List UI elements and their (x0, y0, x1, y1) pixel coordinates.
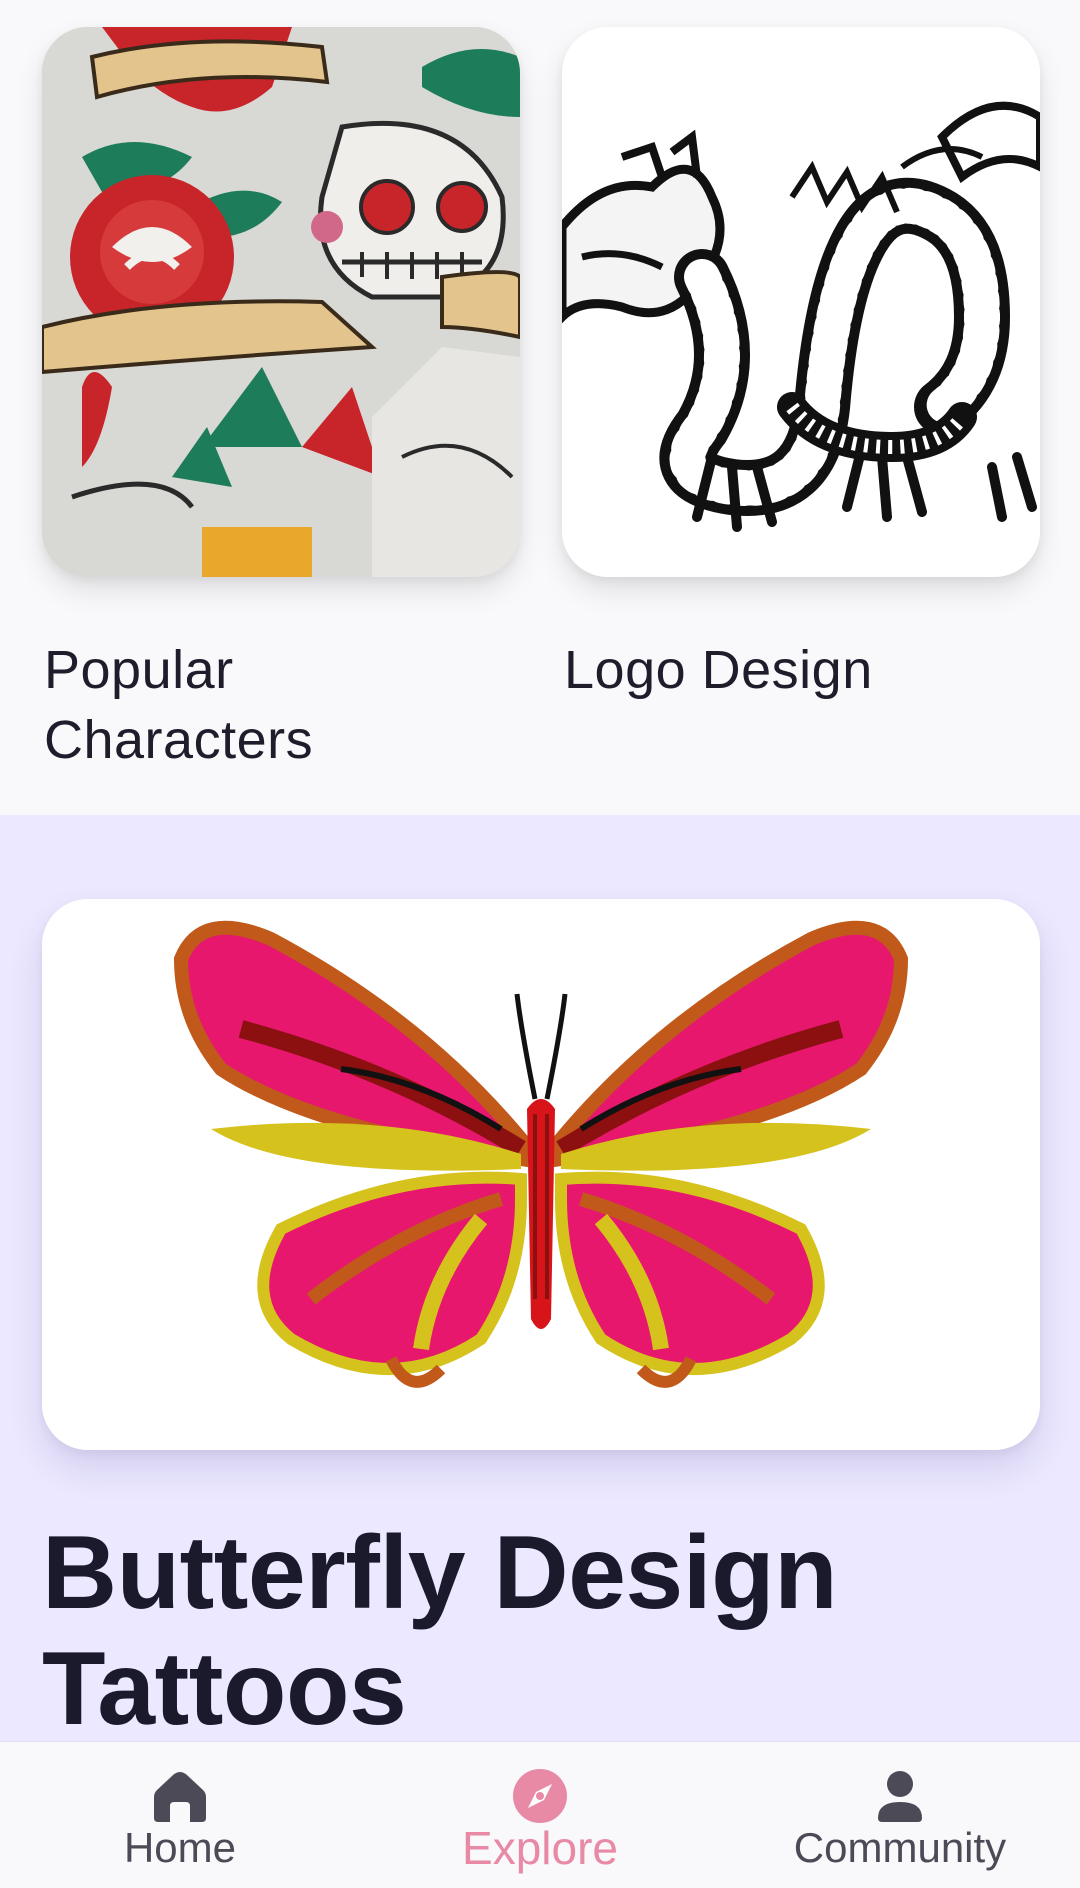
person-icon (878, 1771, 922, 1822)
compass-icon (513, 1769, 567, 1823)
nav-label-explore: Explore (462, 1822, 618, 1874)
home-icon (154, 1772, 206, 1822)
category-card-popular-characters[interactable]: Popular Characters (42, 27, 520, 770)
bottom-navigation: Home Explore Community (0, 1742, 1080, 1888)
category-title: Logo Design (564, 640, 873, 700)
nav-label-home: Home (123, 1824, 237, 1871)
nav-item-home[interactable]: Home (0, 1742, 360, 1888)
nav-item-explore[interactable]: Explore (360, 1742, 720, 1888)
category-grid: Popular Characters Logo Design (0, 0, 1080, 815)
butterfly-tattoo-image (42, 899, 1040, 1450)
old-school-flash-tattoo-image (42, 27, 520, 577)
nav-item-community[interactable]: Community (720, 1742, 1080, 1888)
category-card-logo-design[interactable]: Logo Design (562, 27, 1040, 700)
featured-card[interactable] (42, 899, 1040, 1450)
featured-title: Butterfly Design Tattoos (42, 1515, 838, 1747)
featured-section: Butterfly Design Tattoos (0, 815, 1080, 1888)
nav-label-community: Community (793, 1824, 1007, 1871)
category-title: Popular Characters (44, 640, 314, 770)
dragon-line-art-image (562, 27, 1040, 577)
explore-screen: Popular Characters Logo Design Butterfly… (0, 0, 1080, 1888)
